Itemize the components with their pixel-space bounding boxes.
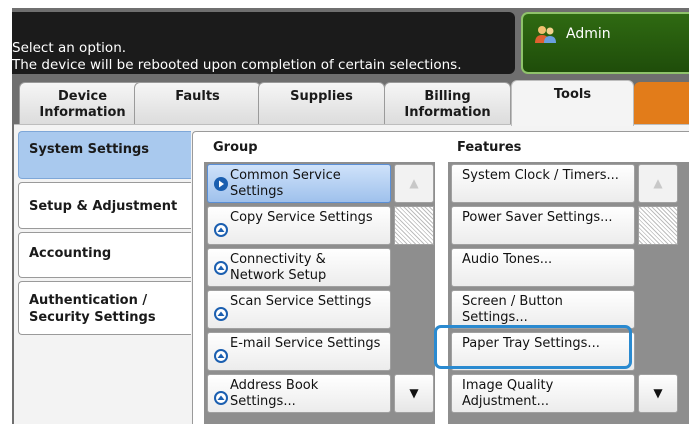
group-item-common-service-settings[interactable]: Common Service Settings xyxy=(207,164,391,203)
features-scroll-up-button[interactable]: ▲ xyxy=(638,164,678,203)
chevron-up-circle-icon xyxy=(214,261,228,275)
chevron-up-circle-icon xyxy=(214,349,228,363)
tab-supplies[interactable]: Supplies xyxy=(258,82,385,124)
tab-label: Information xyxy=(404,105,491,120)
group-item-connectivity-network-setup[interactable]: Connectivity & Network Setup xyxy=(207,248,391,287)
group-item-label: Network Setup xyxy=(230,268,327,283)
features-scroll-thumb[interactable] xyxy=(638,206,678,245)
chevron-up-circle-icon xyxy=(214,391,228,405)
paper-tray-highlight-ring xyxy=(434,325,632,369)
group-scrollbar[interactable]: ▲ ▼ xyxy=(394,162,434,424)
group-item-address-book-settings[interactable]: Address Book Settings... xyxy=(207,374,391,413)
sidebar-item-accounting[interactable]: Accounting xyxy=(18,232,191,278)
feature-item-label: Adjustment... xyxy=(462,394,550,409)
tab-label: Billing xyxy=(424,89,471,104)
settings-panel: Group Features Common Service Settings C… xyxy=(192,131,689,424)
sidebar-item-label: Accounting xyxy=(29,246,112,261)
feature-item-screen-button-settings[interactable]: Screen / Button Settings... xyxy=(451,290,635,329)
tab-label: Tools xyxy=(553,87,592,102)
group-item-label: Copy Service Settings xyxy=(230,210,373,225)
group-header: Group xyxy=(213,140,258,155)
group-item-label: Common Service xyxy=(230,168,341,183)
users-icon xyxy=(535,26,556,43)
chevron-up-circle-icon xyxy=(214,223,228,237)
group-item-scan-service-settings[interactable]: Scan Service Settings xyxy=(207,290,391,329)
features-scrollbar[interactable]: ▲ ▼ xyxy=(638,162,678,424)
sidebar-item-setup-adjustment[interactable]: Setup & Adjustment xyxy=(18,182,191,229)
tools-content: System Settings Setup & Adjustment Accou… xyxy=(14,124,689,424)
sidebar-item-label: Security Settings xyxy=(29,310,156,325)
feature-item-label: Audio Tones... xyxy=(462,252,553,267)
group-scroll-up-button[interactable]: ▲ xyxy=(394,164,434,203)
message-line-2: The device will be rebooted upon complet… xyxy=(12,57,462,73)
tab-overflow-orange xyxy=(634,82,689,124)
group-list: Common Service Settings Copy Service Set… xyxy=(204,162,435,424)
tab-bar: Device Information Faults Supplies Billi… xyxy=(12,78,689,126)
feature-item-audio-tones[interactable]: Audio Tones... xyxy=(451,248,635,287)
tab-label: Supplies xyxy=(290,89,353,104)
group-item-copy-service-settings[interactable]: Copy Service Settings xyxy=(207,206,391,245)
group-scroll-down-button[interactable]: ▼ xyxy=(394,374,434,413)
feature-item-system-clock-timers[interactable]: System Clock / Timers... xyxy=(451,164,635,203)
sidebar-item-label: System Settings xyxy=(29,142,150,157)
admin-button[interactable]: Admin xyxy=(521,12,689,74)
sidebar-item-system-settings[interactable]: System Settings xyxy=(18,131,191,179)
admin-label: Admin xyxy=(566,26,611,42)
sidebar-item-authentication-security[interactable]: Authentication / Security Settings xyxy=(18,281,191,335)
group-item-label: E-mail Service Settings xyxy=(230,336,381,351)
feature-item-power-saver-settings[interactable]: Power Saver Settings... xyxy=(451,206,635,245)
group-item-label: Connectivity & xyxy=(230,252,326,267)
feature-item-label: Image Quality xyxy=(462,378,554,393)
tab-label: Information xyxy=(39,105,126,120)
group-scroll-thumb[interactable] xyxy=(394,206,434,245)
tab-device-information[interactable]: Device Information xyxy=(19,82,146,124)
tab-tools[interactable]: Tools xyxy=(511,80,634,126)
feature-item-label: Screen / Button xyxy=(462,294,563,309)
chevron-up-circle-icon xyxy=(214,307,228,321)
group-item-label: Scan Service Settings xyxy=(230,294,372,309)
chevron-right-circle-icon xyxy=(214,177,228,191)
tab-label: Device xyxy=(57,89,108,104)
group-item-label: Settings xyxy=(230,184,284,199)
features-header: Features xyxy=(457,140,522,155)
group-item-email-service-settings[interactable]: E-mail Service Settings xyxy=(207,332,391,371)
message-bar: Select an option. The device will be reb… xyxy=(12,12,515,74)
sidebar-item-label: Setup & Adjustment xyxy=(29,199,178,214)
tab-billing-information[interactable]: Billing Information xyxy=(384,82,511,124)
sidebar-item-label: Authentication / xyxy=(29,293,148,308)
tab-faults[interactable]: Faults xyxy=(134,82,261,124)
features-list: System Clock / Timers... Power Saver Set… xyxy=(448,162,689,424)
message-line-1: Select an option. xyxy=(12,40,127,56)
feature-item-image-quality-adjustment[interactable]: Image Quality Adjustment... xyxy=(451,374,635,413)
feature-item-label: Power Saver Settings... xyxy=(462,210,613,225)
tab-label: Faults xyxy=(175,89,220,104)
feature-item-label: Settings... xyxy=(462,310,528,325)
group-item-label: Address Book Settings... xyxy=(230,378,319,409)
feature-item-label: System Clock / Timers... xyxy=(462,168,619,183)
features-scroll-down-button[interactable]: ▼ xyxy=(638,374,678,413)
